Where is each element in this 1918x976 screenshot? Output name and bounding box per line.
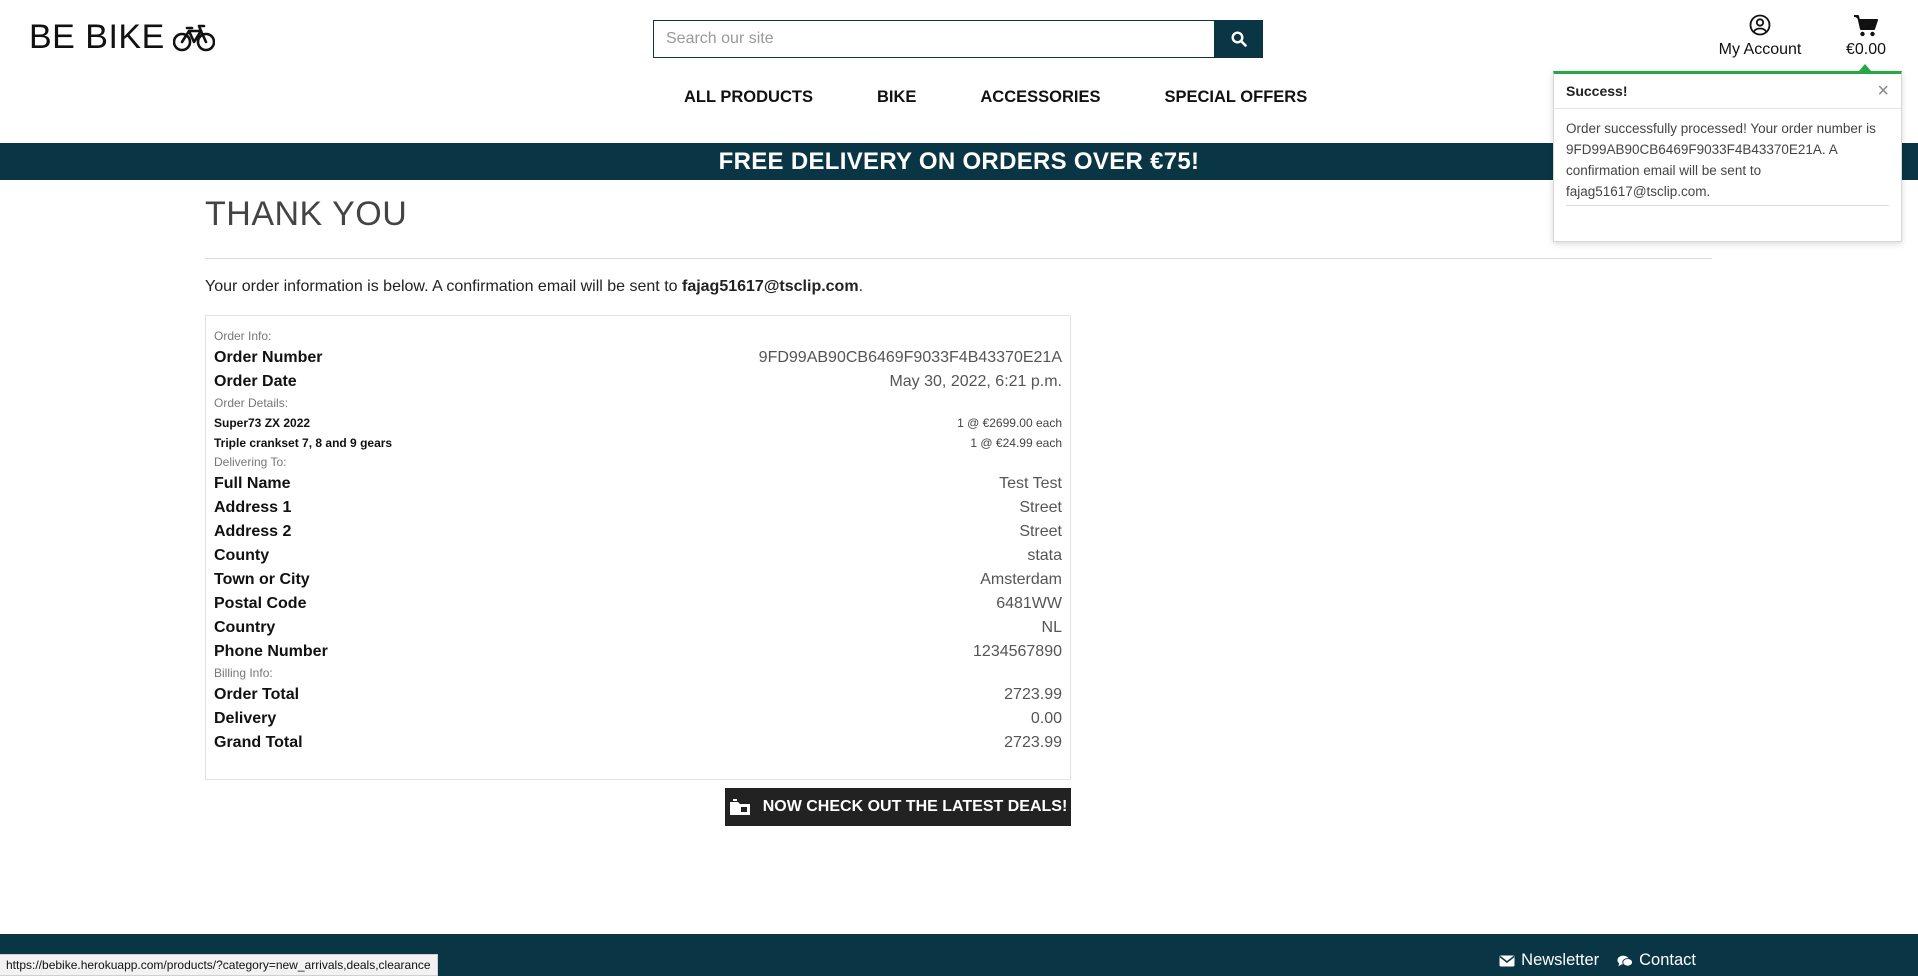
delivery-value: Street	[1019, 499, 1062, 516]
confirmation-email: fajag51617@tsclip.com	[681, 278, 859, 295]
order-date-value: May 30, 2022, 6:21 p.m.	[889, 373, 1062, 390]
brand-logo[interactable]: BE BIKE	[29, 18, 215, 57]
success-toast: Success! × Order successfully processed!…	[1553, 64, 1902, 242]
nav-bike[interactable]: BIKE	[845, 88, 948, 107]
newsletter-link[interactable]: Newsletter	[1499, 951, 1599, 970]
order-info-heading: Order Info:	[214, 329, 272, 343]
contact-label: Contact	[1639, 951, 1696, 969]
order-summary-card: Order Info: Order Number 9FD99AB90CB6469…	[205, 315, 1071, 780]
item-qty-price: 1 @ €2699.00 each	[957, 416, 1062, 430]
delivery-row: Town or City Amsterdam	[214, 568, 1062, 592]
chat-icon	[1617, 955, 1634, 967]
toast-title: Success!	[1566, 83, 1628, 99]
billing-row: Grand Total 2723.99	[214, 731, 1062, 755]
toast-arrow	[1859, 64, 1871, 71]
close-icon[interactable]: ×	[1877, 81, 1889, 101]
delivery-label: Town or City	[214, 571, 310, 588]
intro-text: Your order information is below. A confi…	[205, 278, 863, 296]
billing-label: Order Total	[214, 686, 300, 703]
my-account-label: My Account	[1718, 41, 1802, 58]
search-button[interactable]	[1214, 20, 1263, 58]
my-account-link[interactable]: My Account	[1712, 14, 1808, 59]
delivery-row: Phone Number 1234567890	[214, 640, 1062, 664]
nav-all-products[interactable]: ALL PRODUCTS	[652, 88, 845, 107]
delivery-value: 6481WW	[996, 595, 1062, 612]
delivery-value: Test Test	[999, 475, 1062, 492]
toast-message: Order successfully processed! Your order…	[1566, 121, 1876, 199]
delivery-value: 1234567890	[973, 643, 1062, 660]
cart-icon	[1854, 15, 1878, 37]
user-circle-icon	[1749, 14, 1771, 36]
delivery-label: Full Name	[214, 475, 291, 492]
nav-accessories[interactable]: ACCESSORIES	[948, 88, 1132, 107]
tag-icon	[729, 799, 750, 815]
main-nav: ALL PRODUCTS BIKE ACCESSORIES SPECIAL OF…	[652, 88, 1339, 107]
delivery-label: Address 2	[214, 523, 292, 540]
cart-link[interactable]: €0.00	[1840, 14, 1892, 59]
item-name: Triple crankset 7, 8 and 9 gears	[214, 436, 393, 450]
billing-row: Delivery 0.00	[214, 707, 1062, 731]
delivery-value: stata	[1027, 547, 1062, 564]
billing-value: 0.00	[1030, 710, 1062, 727]
order-item-row: Triple crankset 7, 8 and 9 gears 1 @ €24…	[214, 433, 1062, 453]
billing-value: 2723.99	[1004, 734, 1062, 751]
delivery-label: Address 1	[214, 499, 292, 516]
order-date-label: Order Date	[214, 373, 297, 390]
latest-deals-label: NOW CHECK OUT THE LATEST DEALS!	[762, 798, 1068, 815]
delivery-value: Street	[1019, 523, 1062, 540]
latest-deals-button[interactable]: NOW CHECK OUT THE LATEST DEALS!	[725, 788, 1071, 826]
billing-label: Delivery	[214, 710, 277, 727]
delivery-label: Postal Code	[214, 595, 307, 612]
delivery-row: County stata	[214, 544, 1062, 568]
billing-label: Grand Total	[214, 734, 303, 751]
delivery-row: Full Name Test Test	[214, 472, 1062, 496]
delivery-row: Address 2 Street	[214, 520, 1062, 544]
page-title: THANK YOU	[205, 195, 408, 233]
contact-link[interactable]: Contact	[1617, 951, 1696, 970]
nav-special-offers[interactable]: SPECIAL OFFERS	[1132, 88, 1339, 107]
toast-header: Success! ×	[1554, 74, 1901, 109]
cart-total: €0.00	[1845, 41, 1887, 58]
delivering-to-heading: Delivering To:	[214, 455, 287, 469]
search-icon	[1230, 31, 1247, 47]
toast-divider	[1566, 205, 1889, 206]
intro-suffix: .	[858, 278, 864, 295]
item-name: Super73 ZX 2022	[214, 416, 311, 430]
delivery-row: Country NL	[214, 616, 1062, 640]
delivery-row: Postal Code 6481WW	[214, 592, 1062, 616]
newsletter-label: Newsletter	[1521, 951, 1600, 969]
brand-name: BE BIKE	[29, 18, 165, 56]
browser-status-url: https://bebike.herokuapp.com/products/?c…	[0, 954, 438, 976]
footer-links: Newsletter Contact	[1499, 951, 1696, 970]
delivery-label: County	[214, 547, 270, 564]
search-bar	[653, 20, 1263, 58]
delivery-value: NL	[1041, 619, 1062, 636]
delivery-value: Amsterdam	[980, 571, 1062, 588]
billing-value: 2723.99	[1004, 686, 1062, 703]
billing-row: Order Total 2723.99	[214, 683, 1062, 707]
item-qty-price: 1 @ €24.99 each	[970, 436, 1062, 450]
delivery-row: Address 1 Street	[214, 496, 1062, 520]
order-details-heading: Order Details:	[214, 396, 289, 410]
order-date-row: Order Date May 30, 2022, 6:21 p.m.	[214, 370, 1062, 394]
intro-prefix: Your order information is below. A confi…	[205, 278, 682, 295]
bicycle-icon	[172, 24, 215, 51]
order-number-row: Order Number 9FD99AB90CB6469F9033F4B4337…	[214, 346, 1062, 370]
delivery-label: Country	[214, 619, 276, 636]
billing-info-heading: Billing Info:	[214, 666, 273, 680]
divider	[205, 258, 1712, 259]
order-item-row: Super73 ZX 2022 1 @ €2699.00 each	[214, 413, 1062, 433]
delivery-label: Phone Number	[214, 643, 328, 660]
order-number-value: 9FD99AB90CB6469F9033F4B43370E21A	[758, 349, 1062, 366]
envelope-icon	[1499, 955, 1515, 966]
order-number-label: Order Number	[214, 349, 323, 366]
search-input[interactable]	[653, 20, 1214, 58]
